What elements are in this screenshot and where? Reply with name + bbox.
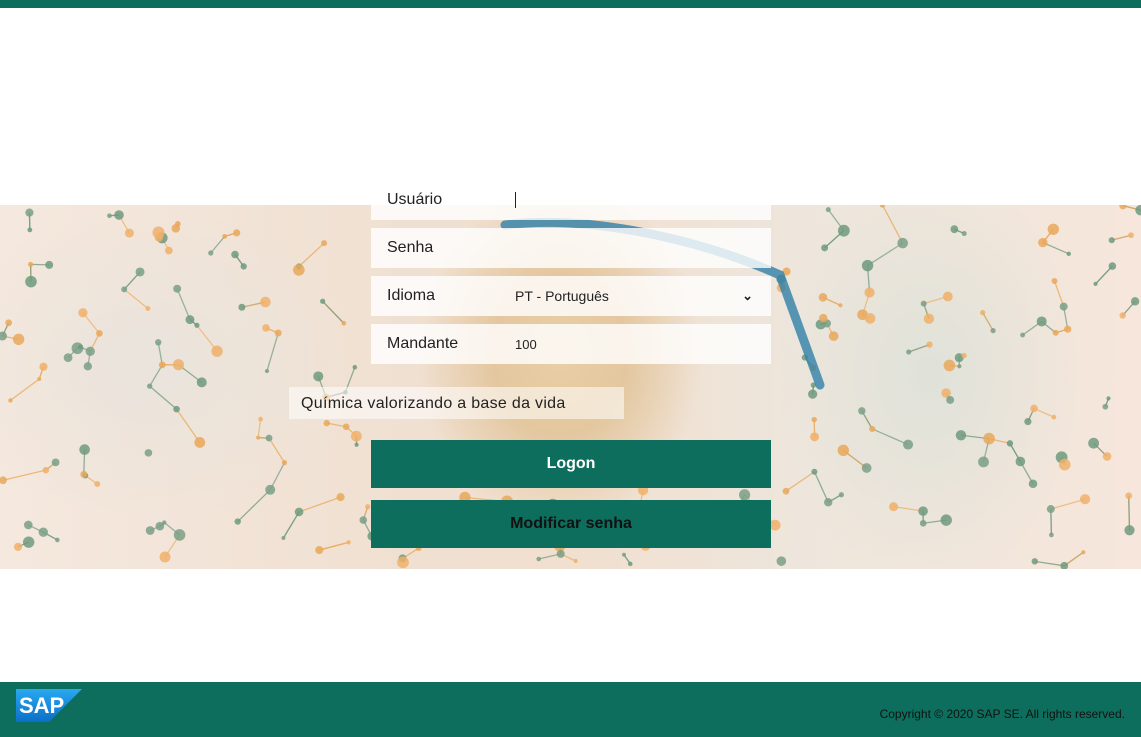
language-field[interactable]: Idioma PT - Português ⌄ xyxy=(371,276,771,316)
client-label: Mandante xyxy=(387,335,459,352)
client-input[interactable]: 100 xyxy=(515,337,537,352)
logon-button[interactable]: Logon xyxy=(371,440,771,488)
sap-logo-icon: SAP xyxy=(16,689,82,722)
tagline-banner: Química valorizando a base da vida xyxy=(289,387,624,419)
change-password-button[interactable]: Modificar senha xyxy=(371,500,771,548)
chevron-down-icon[interactable]: ⌄ xyxy=(742,288,753,304)
tagline-text: Química valorizando a base da vida xyxy=(301,395,566,412)
copyright-text: Copyright © 2020 SAP SE. All rights rese… xyxy=(879,707,1125,721)
username-label: Usuário xyxy=(387,191,443,208)
language-label: Idioma xyxy=(387,287,436,304)
password-input[interactable] xyxy=(511,228,769,268)
language-select[interactable]: PT - Português xyxy=(515,288,609,304)
sap-logo-text: SAP xyxy=(19,693,64,718)
footer-bar: SAP Copyright © 2020 SAP SE. All rights … xyxy=(0,682,1141,737)
top-accent-bar xyxy=(0,0,1141,8)
client-field[interactable]: Mandante 100 xyxy=(371,324,771,364)
password-field[interactable]: Senha xyxy=(371,228,771,268)
password-label: Senha xyxy=(387,239,434,256)
username-field[interactable]: Usuário xyxy=(371,180,771,220)
username-input[interactable] xyxy=(511,180,769,220)
